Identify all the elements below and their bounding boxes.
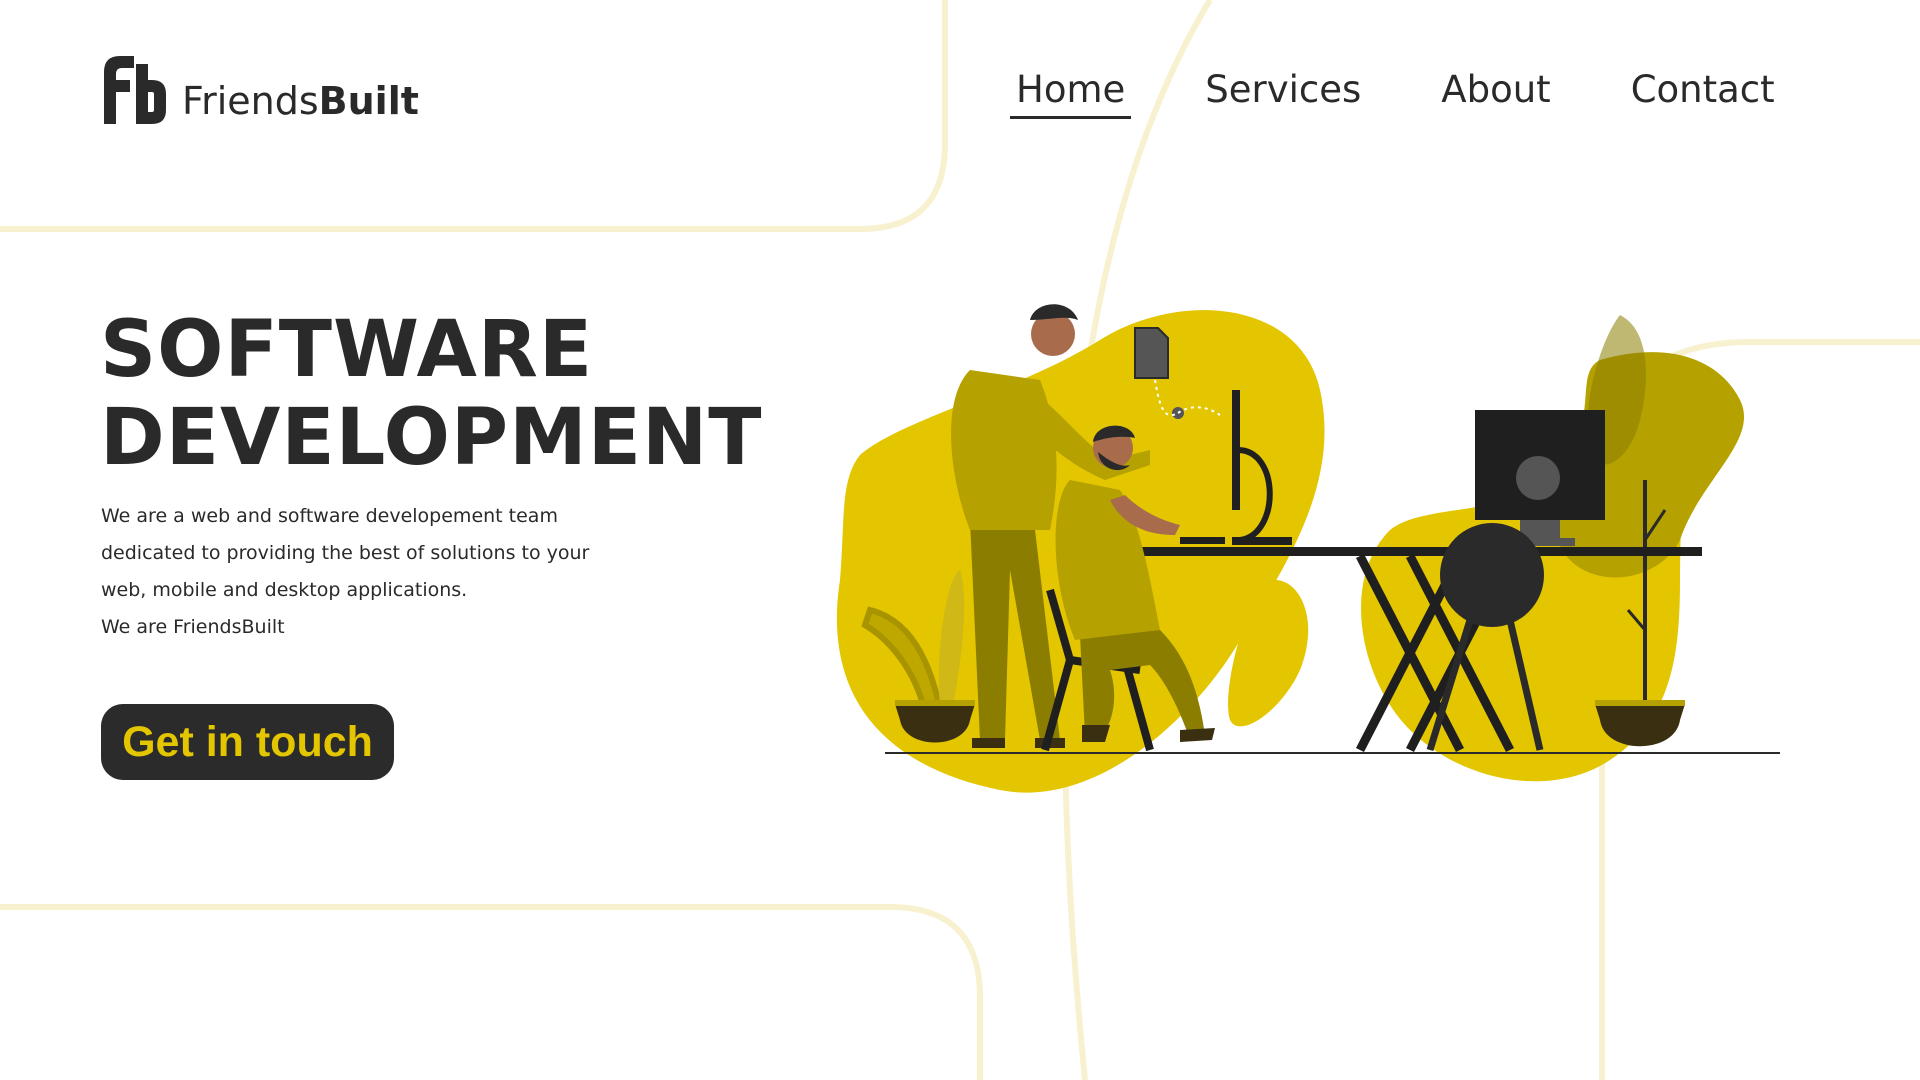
nav-services[interactable]: Services xyxy=(1199,68,1367,119)
hero-title: SOFTWARE DEVELOPMENT xyxy=(100,306,762,482)
desk-top xyxy=(1142,547,1702,556)
hero-illustration xyxy=(836,304,1780,793)
right-pot-rim xyxy=(1595,700,1685,706)
hero-title-line1: SOFTWARE xyxy=(100,305,594,395)
nav-about[interactable]: About xyxy=(1435,68,1556,119)
brand-name-bold: Built xyxy=(318,79,419,123)
standing-person-body xyxy=(951,370,1057,530)
brand-name: FriendsBuilt xyxy=(182,82,419,124)
hero-description: We are a web and software developement t… xyxy=(101,498,621,646)
hero-desc-line3: web, mobile and desktop applications. xyxy=(101,579,468,601)
hero-desc-line4: We are FriendsBuilt xyxy=(101,616,285,638)
nav-contact[interactable]: Contact xyxy=(1625,68,1781,119)
keyboard-icon xyxy=(1180,537,1225,544)
standing-person-hair xyxy=(1030,304,1078,320)
hero-desc-line2: dedicated to providing the best of solut… xyxy=(101,542,590,564)
left-pot-rim xyxy=(895,700,975,706)
get-in-touch-button[interactable]: Get in touch xyxy=(101,704,394,780)
file-icon xyxy=(1134,327,1169,379)
office-chair-back xyxy=(1440,523,1544,627)
main-nav: Home Services About Contact xyxy=(1010,68,1849,119)
logo-mark-icon xyxy=(104,56,166,124)
right-monitor-head xyxy=(1516,456,1560,500)
hero-desc-line1: We are a web and software developement t… xyxy=(101,505,558,527)
brand-name-light: Friends xyxy=(182,79,319,123)
brand-logo[interactable]: FriendsBuilt xyxy=(104,56,419,124)
hero-title-line2: DEVELOPMENT xyxy=(100,393,763,483)
nav-home[interactable]: Home xyxy=(1010,68,1132,119)
left-monitor-base xyxy=(1232,537,1292,545)
